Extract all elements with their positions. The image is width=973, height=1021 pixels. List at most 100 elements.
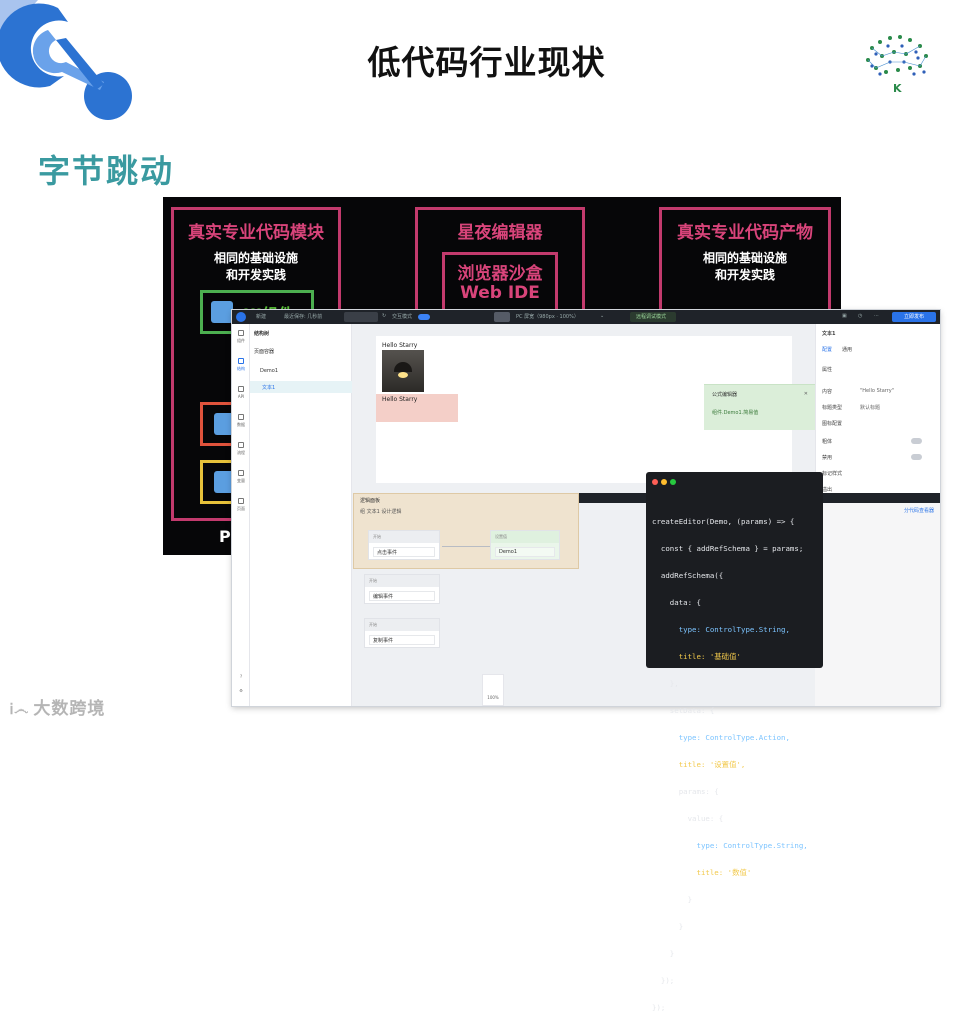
api-tab[interactable]: API xyxy=(232,386,250,399)
code-line: }, xyxy=(652,679,679,688)
window-controls xyxy=(652,478,679,487)
close-icon[interactable]: ✕ xyxy=(804,391,808,397)
zoom-control[interactable]: 100% xyxy=(482,674,504,706)
web-ide-title: Web IDE xyxy=(460,283,540,303)
tab-config[interactable]: 配置 xyxy=(822,346,832,353)
structure-tab[interactable]: 结构 xyxy=(232,358,250,372)
components-tab[interactable]: 组件 xyxy=(232,330,250,344)
code-line: } xyxy=(652,922,684,931)
code-line: setData: { xyxy=(652,706,715,715)
code-line: type: ControlType.String, xyxy=(652,625,790,634)
desktop-icon[interactable] xyxy=(494,312,510,322)
code-line: params: { xyxy=(652,787,719,796)
device-select[interactable]: PC 屏宽（980px · 100%） xyxy=(516,313,579,320)
cube-icon xyxy=(211,301,233,323)
code-output-subtitle-2: 和开发实践 xyxy=(714,268,775,282)
cut-letter: P xyxy=(219,527,231,546)
starry-editor-box: 星夜编辑器 浏览器沙盒 Web IDE xyxy=(415,207,585,317)
data-tab[interactable]: 数据 xyxy=(232,414,250,428)
sandbox-title: 浏览器沙盒 xyxy=(457,264,543,284)
code-output-title: 真实专业代码产物 xyxy=(677,223,813,243)
logic-title: 逻辑面板 xyxy=(360,498,381,504)
remote-debug-button[interactable]: 远程调试模式 xyxy=(630,312,676,322)
publish-button[interactable]: 立即发布 xyxy=(892,312,936,322)
props-section: 属性 xyxy=(822,367,833,373)
history-icon[interactable]: ◷ xyxy=(858,313,862,319)
tree-item-demo1[interactable]: Demo1 xyxy=(260,368,278,374)
code-line: value: { xyxy=(652,814,724,823)
logic-connector xyxy=(442,546,490,547)
code-line: type: ControlType.Action, xyxy=(652,733,790,742)
code-output-box: 真实专业代码产物 相同的基础设施 和开发实践 xyxy=(659,207,831,317)
code-line: addRefSchema({ xyxy=(652,571,724,580)
code-line: title: '数值' xyxy=(652,868,752,877)
code-line: } xyxy=(652,895,693,904)
code-line: }); xyxy=(652,976,675,985)
code-line: const { addRefSchema } = params; xyxy=(652,544,804,553)
prop-content-value[interactable]: "Hello Starry" xyxy=(860,388,894,394)
undo-redo-icon[interactable] xyxy=(344,312,378,322)
prop-mark-label: 标记样式 xyxy=(822,471,843,477)
left-icon-bar: 组件 结构 API 数据 流程 变量 页面 ? ⚙ xyxy=(232,324,250,706)
code-module-subtitle-2: 和开发实践 xyxy=(225,268,286,282)
editor-screenshot: 新建 最近保存: 几秒前 ↻ 交互模式 PC 屏宽（980px · 100%） … xyxy=(232,310,940,706)
disabled-toggle[interactable] xyxy=(911,454,922,460)
prop-bold-label: 粗体 xyxy=(822,439,833,445)
watermark: Ꭵ෴ 大数跨境 xyxy=(10,699,106,719)
code-viewer-link[interactable]: 分代码查看器 xyxy=(904,507,934,514)
web-ide-box: 浏览器沙盒 Web IDE xyxy=(442,252,558,314)
bold-toggle[interactable] xyxy=(911,438,922,444)
preview-mode: 交互模式 xyxy=(392,314,413,320)
logic-panel: 逻辑面板 组 文本1 设计逻辑 开始 点击事件 设置值 Demo1 xyxy=(353,493,579,569)
brand-name: 字节跳动 xyxy=(38,152,175,190)
slide-title: 低代码行业现状 xyxy=(367,43,606,82)
editor-logo-icon xyxy=(236,312,246,322)
prop-overflow-label: 溢出 xyxy=(822,487,833,493)
prop-icon-config[interactable]: 图标配置 xyxy=(822,420,842,427)
code-line: title: '基础值' xyxy=(652,652,741,661)
pages-tab[interactable]: 页面 xyxy=(232,498,250,512)
lamp-image[interactable] xyxy=(382,350,424,392)
code-line: }); xyxy=(652,1003,666,1012)
code-module-subtitle-1: 相同的基础设施 xyxy=(213,251,298,265)
code-line: } xyxy=(652,949,675,958)
more-icon[interactable]: ··· xyxy=(874,313,879,319)
prop-disabled-label: 禁用 xyxy=(822,455,833,461)
variables-tab[interactable]: 变量 xyxy=(232,470,250,484)
gear-icon[interactable]: ⚙ xyxy=(232,688,250,693)
tree-item-text1[interactable]: 文本1 xyxy=(262,384,275,391)
flow-tab[interactable]: 流程 xyxy=(232,442,250,456)
hello-text-1[interactable]: Hello Starry xyxy=(382,342,417,349)
structure-tree: 结构树 页面容器 Demo1 文本1 xyxy=(250,324,352,706)
properties-panel: 文本1 配置 通用 属性 内容 "Hello Starry" 标题类型 默认标题… xyxy=(815,324,940,502)
tree-item-page-container[interactable]: 页面容器 xyxy=(254,348,274,355)
formula-title: 公式编辑器 xyxy=(712,392,738,398)
logic-node-edit[interactable]: 开始 编辑事件 xyxy=(364,574,440,604)
app-name[interactable]: 新建 xyxy=(256,313,266,320)
prop-title-type-value[interactable]: 默认标题 xyxy=(860,404,880,411)
code-output-subtitle-1: 相同的基础设施 xyxy=(702,251,787,265)
editor-topbar: 新建 最近保存: 几秒前 ↻ 交互模式 PC 屏宽（980px · 100%） … xyxy=(232,310,940,324)
chevron-down-icon[interactable]: ⌄ xyxy=(600,313,604,319)
logic-node-copy[interactable]: 开始 复制事件 xyxy=(364,618,440,648)
tab-general[interactable]: 通用 xyxy=(842,346,852,353)
hello-text-2[interactable]: Hello Starry xyxy=(376,394,458,422)
logic-node-set-value[interactable]: 设置值 Demo1 xyxy=(490,530,560,560)
code-editor-window: createEditor(Demo, (params) => { const {… xyxy=(646,472,823,1012)
refresh-icon[interactable]: ↻ xyxy=(382,313,386,319)
code-line: createEditor(Demo, (params) => { xyxy=(652,517,795,526)
tree-title: 结构树 xyxy=(254,331,270,337)
prop-title-type-label: 标题类型 xyxy=(822,405,843,411)
watermark-logo-icon: Ꭵ෴ xyxy=(10,700,30,718)
starry-editor-title: 星夜编辑器 xyxy=(457,223,543,243)
preview-toggle[interactable] xyxy=(418,314,430,320)
logic-node-click[interactable]: 开始 点击事件 xyxy=(368,530,440,560)
props-title: 文本1 xyxy=(822,331,836,337)
formula-editor[interactable]: 公式编辑器 ✕ 组件.Demo1.简易值 xyxy=(704,384,816,430)
help-icon[interactable]: ? xyxy=(232,674,250,679)
code-module-title: 真实专业代码模块 xyxy=(188,223,324,243)
logic-subtitle: 组 文本1 设计逻辑 xyxy=(360,509,402,515)
save-icon[interactable]: ▣ xyxy=(842,313,847,319)
code-line: data: { xyxy=(652,598,701,607)
formula-body[interactable]: 组件.Demo1.简易值 xyxy=(712,409,758,416)
